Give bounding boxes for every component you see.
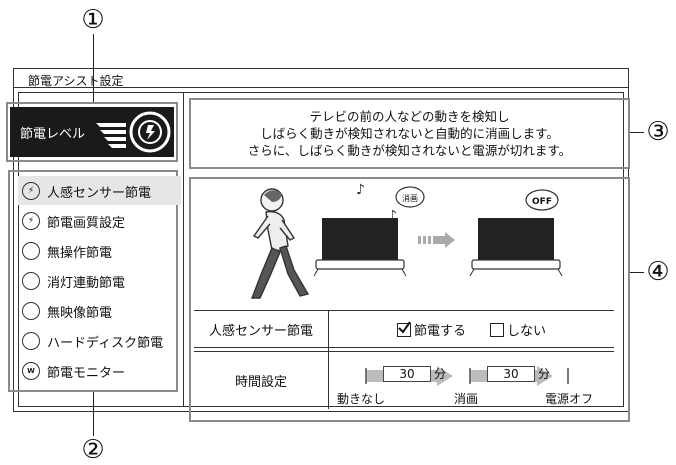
settings-table: 人感センサー節電 節電する しない 時間設定 30 分 30 分 動きなし 消画…: [194, 310, 614, 409]
menu-item-label: 消灯連動節電: [47, 275, 126, 291]
description-line-3: さらに、しばらく動きが検知されないと電源が切れます。: [247, 143, 572, 158]
bubble-right-text: OFF: [532, 197, 552, 207]
menu-item-no-signal[interactable]: 無映像節電: [22, 296, 182, 326]
sensor-illustration: ♪ ♪ 消画 OFF: [250, 182, 563, 299]
callout-1: ①: [81, 5, 105, 35]
power-leaf-icon: ⚡: [22, 212, 40, 230]
tv-left-icon: [313, 218, 407, 277]
option-off-checkbox[interactable]: しない: [490, 320, 546, 339]
checkbox-checked-icon: [396, 320, 411, 337]
empty-circle-icon: [22, 332, 40, 350]
menu-item-monitor[interactable]: W 節電モニター: [22, 356, 182, 386]
option-on-checkbox[interactable]: 節電する: [396, 320, 466, 339]
power-level-gauge-icon: [96, 111, 171, 153]
time1-value: 30: [383, 365, 431, 382]
time2-value: 30: [487, 365, 535, 382]
callout-3: ③: [646, 117, 670, 147]
menu-item-lights-off[interactable]: 消灯連動節電: [22, 266, 182, 296]
time2-field[interactable]: 30 分: [487, 365, 550, 382]
menu-list: ⚡ 人感センサー節電 ⚡ 節電画質設定 無操作節電 消灯連動節電 無映像節電 ハ…: [22, 176, 182, 386]
option-off-label: しない: [507, 323, 547, 339]
menu-item-label: 節電モニター: [47, 365, 126, 381]
description-text: テレビの前の人などの動きを検知し しばらく動きが検知されないと自動的に消画します…: [192, 108, 627, 159]
description-line-1: テレビの前の人などの動きを検知し: [309, 109, 510, 124]
sensor-options: 節電する しない: [329, 311, 614, 347]
callout-4-line: [630, 272, 644, 273]
speech-bubble-right: OFF: [525, 189, 559, 211]
power-level-label: 節電レベル: [20, 127, 86, 142]
time1-unit: 分: [434, 367, 447, 381]
power-level-bar[interactable]: 節電レベル: [10, 107, 174, 157]
left-pane-divider: [183, 92, 184, 407]
bubble-left-text: 消画: [402, 193, 418, 203]
stage2-label: 消画: [454, 392, 479, 406]
tv-right-icon: [469, 218, 563, 277]
time-row-label: 時間設定: [234, 375, 287, 390]
menu-item-no-operation[interactable]: 無操作節電: [22, 236, 182, 266]
menu-item-human-sensor[interactable]: ⚡ 人感センサー節電: [22, 176, 182, 206]
option-on-label: 節電する: [413, 323, 466, 339]
time-settings: 30 分 30 分 動きなし 消画 電源オフ: [329, 352, 614, 409]
checkbox-empty-icon: [490, 322, 504, 337]
menu-item-label: 人感センサー節電: [47, 185, 152, 201]
stage3-label: 電源オフ: [545, 392, 594, 406]
empty-circle-icon: [22, 242, 40, 260]
title-divider: [13, 87, 629, 88]
description-line-2: しばらく動きが検知されないと自動的に消画します。: [260, 126, 559, 141]
menu-item-hard-disk[interactable]: ハードディスク節電: [22, 326, 182, 356]
menu-item-label: ハードディスク節電: [47, 335, 164, 351]
menu-item-picture-quality[interactable]: ⚡ 節電画質設定: [22, 206, 182, 236]
time1-field[interactable]: 30 分: [383, 365, 446, 382]
sensor-row-label: 人感センサー節電: [208, 323, 313, 339]
empty-circle-icon: [22, 302, 40, 320]
menu-item-label: 無映像節電: [47, 305, 113, 321]
callout-2: ②: [81, 435, 105, 465]
callout-4: ④: [646, 257, 670, 287]
arrow-right-icon: [418, 232, 455, 248]
walking-person-icon: [250, 188, 310, 299]
menu-item-label: 節電画質設定: [47, 215, 126, 231]
menu-item-label: 無操作節電: [47, 245, 113, 261]
stage1-label: 動きなし: [337, 392, 386, 406]
time2-unit: 分: [538, 367, 551, 381]
callout-2-line: [93, 392, 94, 436]
callout-3-line: [630, 132, 644, 133]
music-note-icon: ♪: [356, 182, 365, 198]
empty-circle-icon: [22, 272, 40, 290]
watt-icon: W: [22, 362, 40, 380]
power-leaf-icon: ⚡: [22, 182, 40, 200]
speech-bubble-left: 消画: [395, 186, 425, 208]
timeline-arrows: [365, 366, 569, 386]
